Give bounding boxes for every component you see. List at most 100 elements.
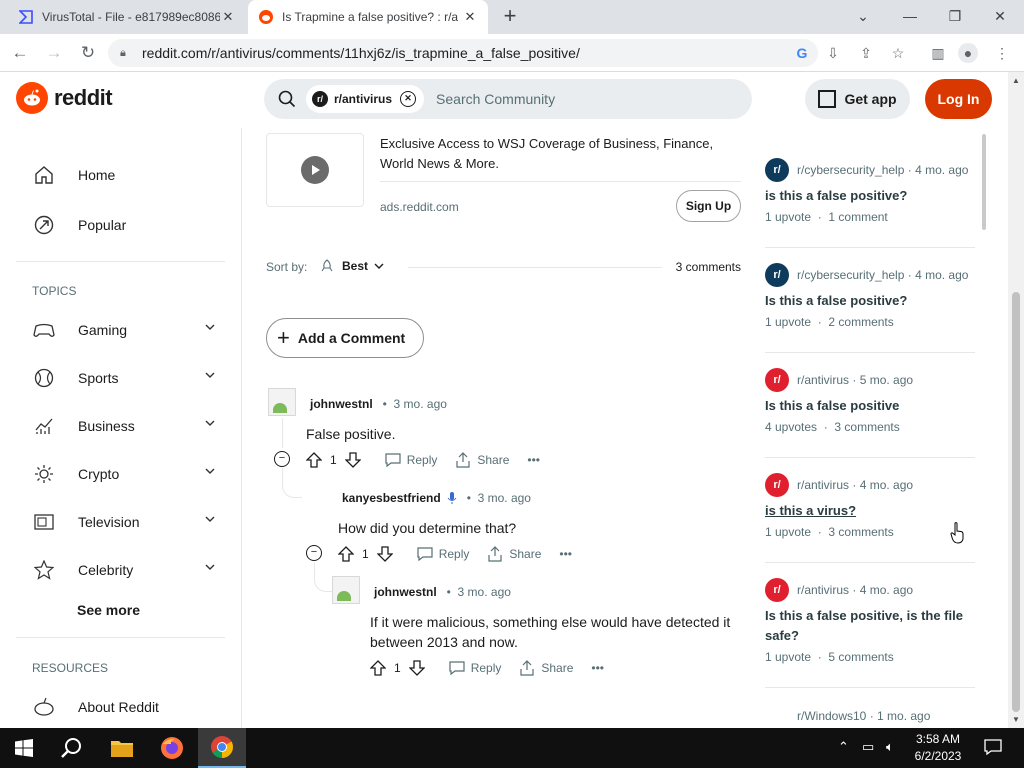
chevron-down-icon[interactable] <box>205 370 215 380</box>
related-post[interactable]: r/ r/antivirus · 4 mo. ago is this a vir… <box>765 473 975 539</box>
search-bar[interactable]: r/ r/antivirus ✕ Search Community <box>264 79 752 119</box>
tab-close-icon[interactable]: ✕ <box>462 9 478 25</box>
sidebar-item-gaming[interactable]: Gaming <box>32 313 227 347</box>
related-sub[interactable]: r/cybersecurity_help <box>797 163 904 177</box>
related-sub[interactable]: r/Windows10 <box>797 709 866 723</box>
install-app-icon[interactable]: ⇩ <box>823 43 843 63</box>
browser-tab-reddit[interactable]: Is Trapmine a false positive? : r/a ✕ <box>248 0 488 34</box>
reply-button[interactable]: Reply <box>449 661 501 675</box>
network-icon[interactable]: ▭ <box>862 739 874 755</box>
related-title[interactable]: is this a virus? <box>765 501 975 521</box>
chevron-down-icon[interactable] <box>205 418 215 428</box>
minimize-icon[interactable]: — <box>895 4 925 28</box>
search-icon[interactable] <box>48 728 96 768</box>
chrome-icon[interactable] <box>198 728 246 768</box>
comment-author[interactable]: johnwestnl • 3 mo. ago <box>374 585 511 599</box>
file-explorer-icon[interactable] <box>98 728 146 768</box>
downvote-icon[interactable] <box>376 546 393 562</box>
author-name[interactable]: johnwestnl <box>310 397 373 411</box>
bookmark-star-icon[interactable]: ☆ <box>888 43 908 63</box>
related-title[interactable]: is this a false positive? <box>765 186 975 206</box>
scroll-up-icon[interactable]: ▲ <box>1012 76 1020 85</box>
more-options-icon[interactable]: ••• <box>559 547 572 561</box>
clear-chip-icon[interactable]: ✕ <box>400 91 417 107</box>
page-scrollbar[interactable]: ▲ ▼ <box>1008 72 1024 728</box>
avatar[interactable] <box>268 388 296 416</box>
related-sub[interactable]: r/cybersecurity_help <box>797 268 904 282</box>
author-name[interactable]: johnwestnl <box>374 585 437 599</box>
chevron-down-icon[interactable] <box>205 466 215 476</box>
profile-icon[interactable]: ● <box>958 43 978 63</box>
downvote-icon[interactable] <box>344 452 361 468</box>
share-button[interactable]: Share <box>455 452 509 468</box>
sidebar-item-crypto[interactable]: Crypto <box>32 457 227 491</box>
rail-scrollbar[interactable] <box>982 134 986 230</box>
url-field[interactable]: 🔒︎ reddit.com/r/antivirus/comments/11hxj… <box>108 39 818 67</box>
related-title[interactable]: Is this a false positive <box>765 396 975 416</box>
chevron-down-icon[interactable] <box>205 562 215 572</box>
volume-muted-icon[interactable]: 🔈︎ <box>886 739 894 755</box>
related-post[interactable]: r/Windows10 · 1 mo. ago <box>765 705 975 727</box>
reload-icon[interactable]: ↻ <box>76 41 100 65</box>
side-panel-icon[interactable]: ▥ <box>928 43 948 63</box>
author-name[interactable]: kanyesbestfriend <box>342 491 441 505</box>
add-comment-button[interactable]: + Add a Comment <box>266 318 424 358</box>
browser-menu-icon[interactable]: ⋮ <box>992 43 1012 63</box>
back-arrow-icon[interactable]: ← <box>8 41 32 65</box>
avatar[interactable] <box>332 576 360 604</box>
related-post[interactable]: r/ r/cybersecurity_help · 4 mo. ago Is t… <box>765 263 975 329</box>
sidebar-item-celebrity[interactable]: Celebrity <box>32 553 227 587</box>
related-post[interactable]: r/ r/cybersecurity_help · 4 mo. ago is t… <box>765 158 975 224</box>
reply-button[interactable]: Reply <box>417 547 469 561</box>
tray-chevron-up-icon[interactable]: ⌃ <box>838 739 849 755</box>
ad-headline[interactable]: Exclusive Access to WSJ Coverage of Busi… <box>380 134 740 174</box>
firefox-icon[interactable] <box>148 728 196 768</box>
system-clock[interactable]: 3:58 AM 6/2/2023 <box>908 731 968 765</box>
sidebar-item-popular[interactable]: Popular <box>32 208 227 242</box>
forward-arrow-icon[interactable]: → <box>42 41 66 65</box>
google-icon[interactable]: G <box>792 43 812 63</box>
sidebar-item-sports[interactable]: Sports <box>32 361 227 395</box>
collapse-thread-icon[interactable]: − <box>274 451 290 467</box>
related-title[interactable]: Is this a false positive, is the file sa… <box>765 606 975 646</box>
upvote-icon[interactable] <box>306 452 322 468</box>
related-sub[interactable]: r/antivirus <box>797 478 849 492</box>
related-sub[interactable]: r/antivirus <box>797 373 849 387</box>
chevron-down-icon[interactable] <box>205 322 215 332</box>
comment-author[interactable]: johnwestnl • 3 mo. ago <box>310 397 447 411</box>
upvote-icon[interactable] <box>370 660 386 676</box>
downvote-icon[interactable] <box>408 660 425 676</box>
chevron-down-icon[interactable] <box>205 514 215 524</box>
sign-up-button[interactable]: Sign Up <box>676 190 741 222</box>
see-more-link[interactable]: See more <box>77 602 140 618</box>
tab-search-chevron-icon[interactable]: ⌄ <box>848 4 878 28</box>
windows-start-icon[interactable] <box>0 728 48 768</box>
comment-author[interactable]: kanyesbestfriend • 3 mo. ago <box>342 491 531 505</box>
login-button[interactable]: Log In <box>925 79 992 119</box>
close-window-icon[interactable]: ✕ <box>985 4 1015 28</box>
share-button[interactable]: Share <box>519 660 573 676</box>
more-options-icon[interactable]: ••• <box>527 453 540 467</box>
related-post[interactable]: r/ r/antivirus · 5 mo. ago Is this a fal… <box>765 368 975 434</box>
ad-video-thumbnail[interactable] <box>266 133 364 207</box>
tab-close-icon[interactable]: ✕ <box>220 9 236 25</box>
sidebar-item-television[interactable]: Television <box>32 505 227 539</box>
share-button[interactable]: Share <box>487 546 541 562</box>
community-chip[interactable]: r/ r/antivirus ✕ <box>306 85 425 113</box>
sort-dropdown[interactable]: Best <box>320 259 384 273</box>
upvote-icon[interactable] <box>338 546 354 562</box>
share-page-icon[interactable]: ⇪ <box>856 43 876 63</box>
search-input[interactable]: Search Community <box>436 91 555 107</box>
reply-button[interactable]: Reply <box>385 453 437 467</box>
more-options-icon[interactable]: ••• <box>591 661 604 675</box>
maximize-icon[interactable]: ❐ <box>940 4 970 28</box>
browser-tab-virustotal[interactable]: VirusTotal - File - e817989ec8086 ✕ <box>8 0 246 34</box>
new-tab-icon[interactable]: + <box>498 5 522 29</box>
sidebar-item-about-reddit[interactable]: About Reddit <box>32 690 227 724</box>
sidebar-item-business[interactable]: Business <box>32 409 227 443</box>
reddit-logo[interactable]: reddit <box>16 82 113 114</box>
related-title[interactable]: Is this a false positive? <box>765 291 975 311</box>
sidebar-item-home[interactable]: Home <box>32 158 227 192</box>
related-post[interactable]: r/ r/antivirus · 4 mo. ago Is this a fal… <box>765 578 975 664</box>
notifications-icon[interactable] <box>984 739 1002 758</box>
